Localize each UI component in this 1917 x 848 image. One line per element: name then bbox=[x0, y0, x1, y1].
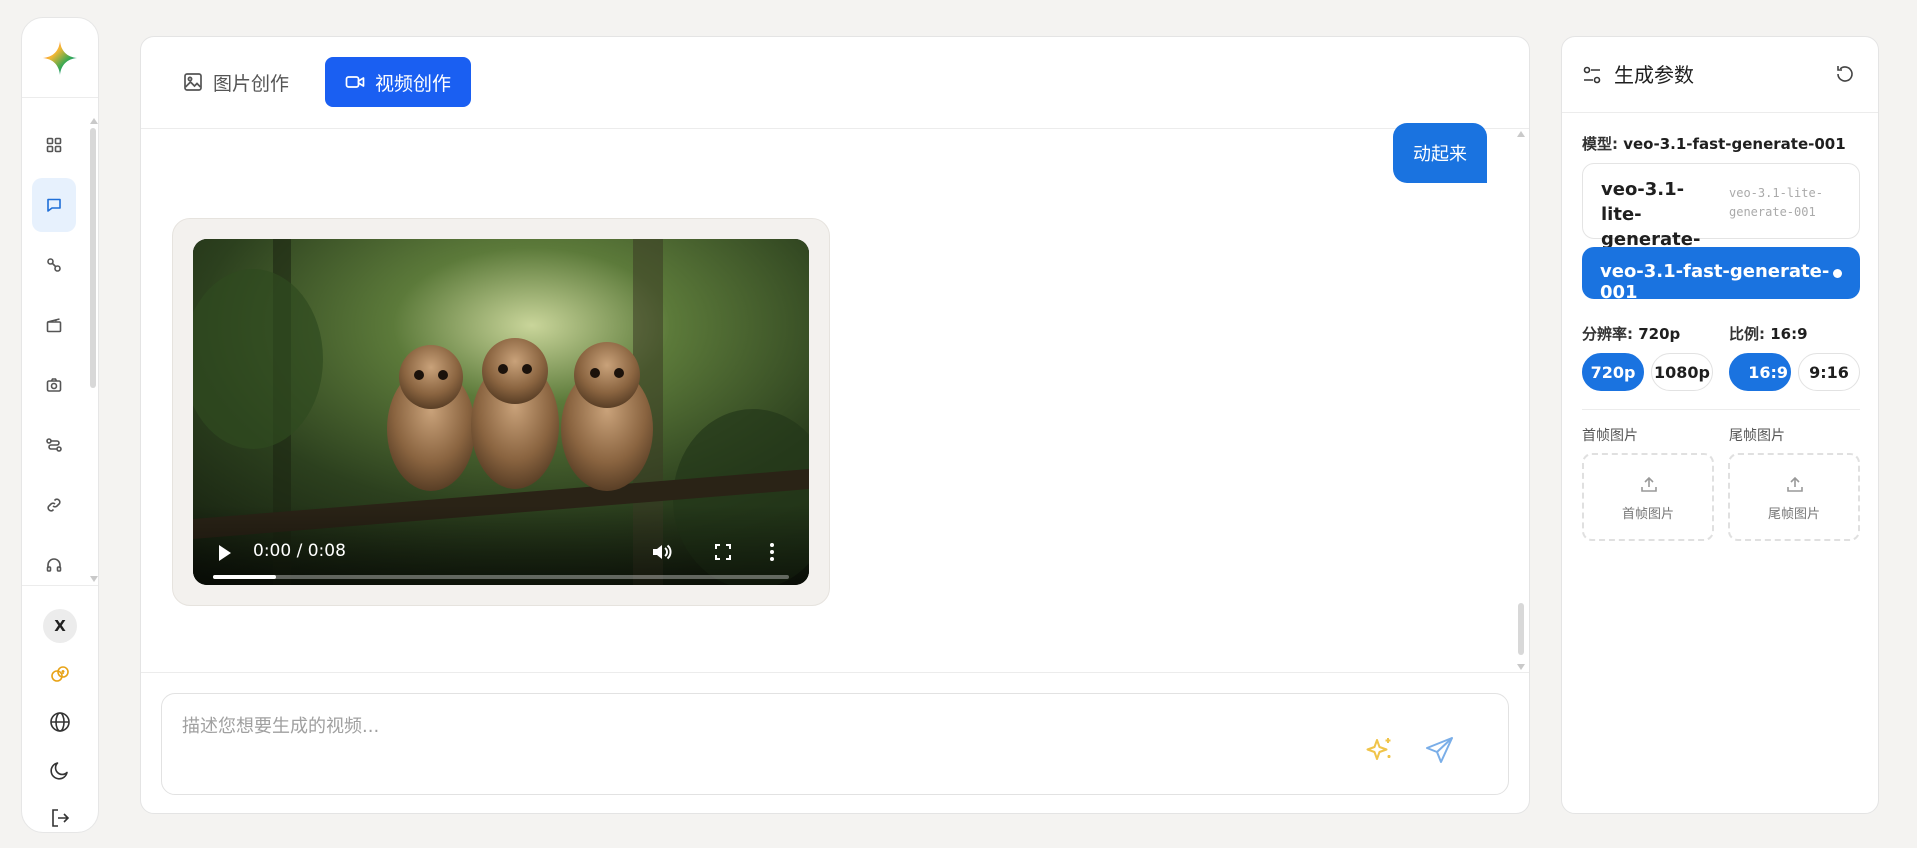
model-option-name: veo-3.1-fast-generate-001 bbox=[1600, 261, 1830, 303]
mode-tabs: 图片创作 视频创作 bbox=[141, 37, 1529, 129]
user-message-bubble: 动起来 bbox=[1393, 123, 1487, 183]
sidebar-item-camera[interactable] bbox=[32, 358, 76, 412]
params-divider bbox=[1582, 409, 1860, 410]
tab-image-label: 图片创作 bbox=[213, 72, 290, 95]
credits-button[interactable] bbox=[22, 650, 98, 698]
route-icon bbox=[46, 438, 62, 452]
left-sidebar: X bbox=[21, 17, 99, 833]
sidebar-item-link[interactable] bbox=[32, 478, 76, 532]
fullscreen-button[interactable] bbox=[710, 539, 736, 565]
logout-icon bbox=[52, 809, 70, 827]
sidebar-item-route[interactable] bbox=[32, 418, 76, 472]
reset-icon[interactable] bbox=[1834, 63, 1856, 85]
ratio-9-16-button[interactable]: 9:16 bbox=[1798, 353, 1860, 391]
sidebar-item-workflow[interactable] bbox=[32, 238, 76, 292]
prompt-composer bbox=[161, 693, 1509, 795]
params-title: 生成参数 bbox=[1614, 63, 1694, 87]
clapperboard-icon bbox=[46, 318, 62, 333]
workflow-icon bbox=[47, 258, 61, 272]
language-button[interactable] bbox=[22, 698, 98, 746]
resolution-720p-button[interactable]: 720p bbox=[1582, 353, 1644, 391]
video-controls: 0:00 / 0:08 bbox=[193, 505, 809, 585]
video-progress-bar[interactable] bbox=[213, 575, 789, 579]
volume-button[interactable] bbox=[649, 539, 675, 565]
composer-area bbox=[141, 672, 1529, 813]
tab-video-label: 视频创作 bbox=[375, 72, 452, 95]
play-icon[interactable] bbox=[219, 545, 231, 561]
model-option-id: veo-3.1-lite-generate-001 bbox=[1729, 186, 1823, 219]
resolution-current-value: 720p bbox=[1638, 325, 1681, 343]
volume-icon bbox=[653, 544, 672, 560]
camera-icon bbox=[46, 378, 62, 392]
globe-icon bbox=[50, 712, 70, 732]
ratio-current-value: 16:9 bbox=[1770, 325, 1808, 343]
image-icon bbox=[184, 73, 202, 91]
video-progress-fill bbox=[213, 575, 277, 579]
grid-icon bbox=[46, 137, 62, 153]
chat-scrollbar[interactable] bbox=[1517, 129, 1525, 672]
tab-image-creation[interactable]: 图片创作 bbox=[163, 57, 309, 107]
link-icon bbox=[47, 498, 61, 512]
last-frame-upload[interactable]: 尾帧图片 bbox=[1728, 453, 1860, 541]
moon-icon bbox=[50, 762, 68, 780]
theme-toggle-button[interactable] bbox=[22, 746, 98, 794]
avatar: X bbox=[43, 609, 77, 643]
coins-icon bbox=[51, 666, 69, 682]
ratio-16-9-button[interactable]: 16:9 bbox=[1729, 353, 1791, 391]
sidebar-item-video[interactable] bbox=[32, 298, 76, 352]
main-panel: 图片创作 视频创作 动起来 0:00 / 0:08 描述您想要生成的视频... bbox=[140, 36, 1530, 814]
params-panel: 生成参数 模型: veo-3.1-fast-generate-001 veo-3… bbox=[1561, 36, 1879, 814]
sidebar-divider bbox=[22, 585, 98, 586]
resolution-1080p-button[interactable]: 1080p bbox=[1651, 353, 1713, 391]
more-options-button[interactable] bbox=[759, 539, 785, 565]
first-frame-upload-label: 首帧图片 bbox=[1621, 507, 1674, 522]
video-camera-icon bbox=[345, 76, 365, 88]
chat-area[interactable]: 动起来 0:00 / 0:08 bbox=[141, 123, 1529, 672]
selected-indicator bbox=[1833, 269, 1842, 278]
logout-button[interactable] bbox=[22, 794, 98, 832]
send-icon[interactable] bbox=[1424, 734, 1456, 766]
video-time: 0:00 / 0:08 bbox=[253, 541, 346, 561]
sidebar-scrollbar[interactable] bbox=[90, 118, 98, 582]
magic-enhance-icon[interactable] bbox=[1364, 734, 1396, 766]
sidebar-item-audio[interactable] bbox=[32, 538, 76, 592]
model-option-fast[interactable]: veo-3.1-fast-generate-001 bbox=[1582, 247, 1860, 303]
resolution-label: 分辨率: 720p bbox=[1582, 325, 1681, 343]
more-vertical-icon bbox=[770, 543, 774, 561]
video-player[interactable]: 0:00 / 0:08 bbox=[193, 239, 809, 585]
user-avatar-button[interactable]: X bbox=[22, 602, 98, 650]
ratio-label: 比例: 16:9 bbox=[1729, 325, 1808, 343]
upload-icon bbox=[1641, 476, 1657, 492]
headphones-icon bbox=[46, 558, 62, 572]
assistant-video-card: 0:00 / 0:08 bbox=[172, 218, 830, 606]
first-frame-upload[interactable]: 首帧图片 bbox=[1582, 453, 1714, 541]
sidebar-item-dashboard[interactable] bbox=[32, 118, 76, 172]
model-option-lite[interactable]: veo-3.1-lite-generate-001 veo-3.1-lite-g… bbox=[1582, 163, 1860, 275]
last-frame-label: 尾帧图片 bbox=[1729, 428, 1785, 444]
user-message-text: 动起来 bbox=[1413, 144, 1467, 165]
chat-icon bbox=[47, 198, 61, 212]
prompt-input[interactable] bbox=[180, 710, 1280, 770]
sidebar-item-chat[interactable] bbox=[32, 178, 76, 232]
tab-video-creation[interactable]: 视频创作 bbox=[325, 57, 472, 107]
last-frame-upload-label: 尾帧图片 bbox=[1767, 507, 1820, 522]
model-label: 模型: veo-3.1-fast-generate-001 bbox=[1582, 135, 1846, 153]
first-frame-label: 首帧图片 bbox=[1582, 428, 1638, 444]
upload-icon bbox=[1787, 476, 1803, 492]
model-current-value: veo-3.1-fast-generate-001 bbox=[1623, 135, 1846, 153]
app-logo[interactable] bbox=[22, 18, 98, 98]
sliders-icon bbox=[1583, 66, 1601, 84]
params-header: 生成参数 bbox=[1562, 37, 1878, 113]
fullscreen-icon bbox=[715, 544, 731, 560]
sparkle-logo-icon bbox=[43, 40, 77, 75]
